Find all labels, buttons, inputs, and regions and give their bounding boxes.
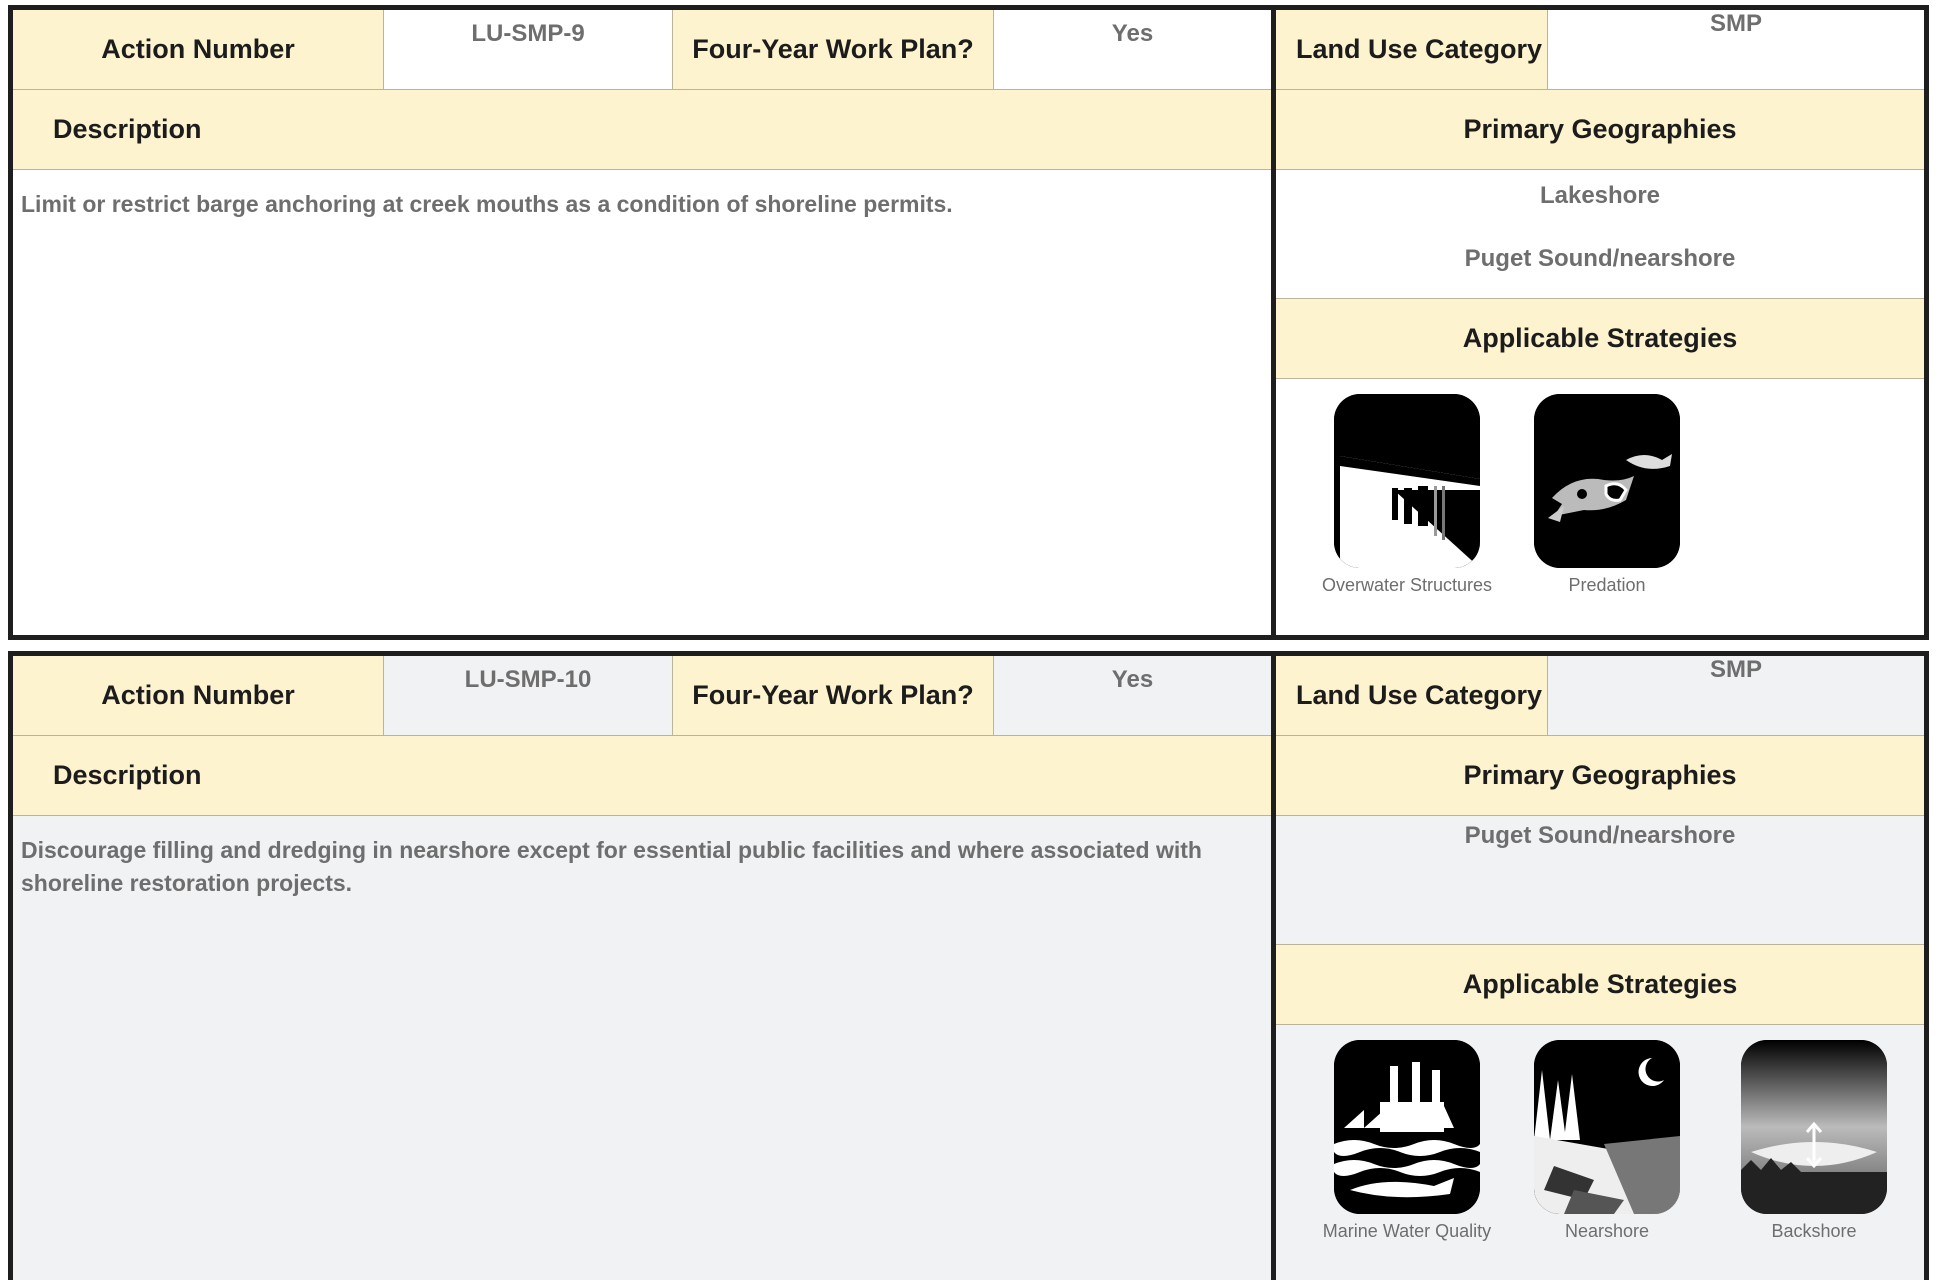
description-body: Limit or restrict barge anchoring at cre… bbox=[13, 169, 1271, 635]
work-plan-label: Four-Year Work Plan? bbox=[692, 680, 974, 710]
description-text: Discourage filling and dredging in nears… bbox=[21, 837, 1202, 896]
geography-item: Puget Sound/nearshore bbox=[1464, 822, 1736, 849]
description-label-cell: Description bbox=[13, 89, 1271, 169]
action-card-lu-smp-9: Action Number LU-SMP-9 Four-Year Work Pl… bbox=[8, 5, 1929, 640]
geographies-label-cell: Primary Geographies bbox=[1276, 89, 1924, 169]
action-number-value-cell: LU-SMP-9 bbox=[383, 10, 672, 89]
strategies-label-cell: Applicable Strategies bbox=[1276, 298, 1924, 378]
work-plan-label: Four-Year Work Plan? bbox=[692, 34, 974, 64]
action-number-label: Action Number bbox=[101, 34, 295, 64]
work-plan-value-cell: Yes bbox=[993, 656, 1271, 735]
strategies-label-cell: Applicable Strategies bbox=[1276, 944, 1924, 1024]
column-divider bbox=[1271, 10, 1276, 635]
description-label-cell: Description bbox=[13, 735, 1271, 815]
strategies-body: Marine Water Quality Nearshore Backshore bbox=[1276, 1024, 1924, 1285]
predation-icon bbox=[1534, 394, 1680, 568]
geography-item: Lakeshore bbox=[1539, 182, 1661, 209]
action-number-value-cell: LU-SMP-10 bbox=[383, 656, 672, 735]
work-plan-label-cell: Four-Year Work Plan? bbox=[672, 656, 993, 735]
action-number-label-cell: Action Number bbox=[13, 656, 383, 735]
overwater-structures-icon bbox=[1334, 394, 1480, 568]
geographies-label: Primary Geographies bbox=[1463, 114, 1737, 144]
strategy-overwater-structures: Overwater Structures bbox=[1312, 394, 1502, 598]
land-use-label: Land Use Category bbox=[1296, 34, 1543, 64]
geographies-body: Puget Sound/nearshore bbox=[1276, 815, 1924, 944]
geographies-label-cell: Primary Geographies bbox=[1276, 735, 1924, 815]
work-plan-value: Yes bbox=[1111, 666, 1154, 693]
work-plan-value-cell: Yes bbox=[993, 10, 1271, 89]
land-use-value: SMP bbox=[1709, 10, 1762, 37]
strategy-nearshore: Nearshore bbox=[1512, 1040, 1702, 1244]
geographies-body: Lakeshore Puget Sound/nearshore bbox=[1276, 169, 1924, 298]
strategy-caption: Overwater Structures bbox=[1321, 575, 1493, 595]
action-number-value: LU-SMP-10 bbox=[464, 666, 592, 693]
description-label: Description bbox=[53, 760, 202, 790]
strategies-body: Overwater Structures Predation bbox=[1276, 378, 1924, 635]
description-body: Discourage filling and dredging in nears… bbox=[13, 815, 1271, 1285]
strategy-caption: Predation bbox=[1568, 575, 1646, 595]
geographies-label: Primary Geographies bbox=[1463, 760, 1737, 790]
strategy-predation: Predation bbox=[1512, 394, 1702, 598]
backshore-icon bbox=[1741, 1040, 1887, 1214]
land-use-value-cell: SMP bbox=[1547, 10, 1924, 89]
description-text: Limit or restrict barge anchoring at cre… bbox=[21, 191, 953, 217]
action-card-lu-smp-10: Action Number LU-SMP-10 Four-Year Work P… bbox=[8, 651, 1929, 1280]
strategy-caption: Backshore bbox=[1771, 1221, 1857, 1241]
strategy-marine-water-quality: Marine Water Quality bbox=[1312, 1040, 1502, 1244]
work-plan-label-cell: Four-Year Work Plan? bbox=[672, 10, 993, 89]
land-use-value: SMP bbox=[1709, 656, 1762, 683]
strategies-label: Applicable Strategies bbox=[1462, 323, 1738, 353]
land-use-label-cell: Land Use Category bbox=[1276, 10, 1547, 89]
description-label: Description bbox=[53, 114, 202, 144]
marine-water-quality-icon bbox=[1334, 1040, 1480, 1214]
action-number-label-cell: Action Number bbox=[13, 10, 383, 89]
strategy-caption: Marine Water Quality bbox=[1322, 1221, 1492, 1241]
strategy-backshore: Backshore bbox=[1719, 1040, 1909, 1244]
work-plan-value: Yes bbox=[1111, 20, 1154, 47]
column-divider bbox=[1271, 656, 1276, 1280]
strategy-caption: Nearshore bbox=[1564, 1221, 1650, 1241]
strategies-label: Applicable Strategies bbox=[1462, 969, 1738, 999]
land-use-value-cell: SMP bbox=[1547, 656, 1924, 735]
action-number-value: LU-SMP-9 bbox=[471, 20, 585, 47]
action-number-label: Action Number bbox=[101, 680, 295, 710]
land-use-label-cell: Land Use Category bbox=[1276, 656, 1547, 735]
geography-item: Puget Sound/nearshore bbox=[1464, 245, 1736, 272]
nearshore-icon bbox=[1534, 1040, 1680, 1214]
land-use-label: Land Use Category bbox=[1296, 680, 1543, 710]
